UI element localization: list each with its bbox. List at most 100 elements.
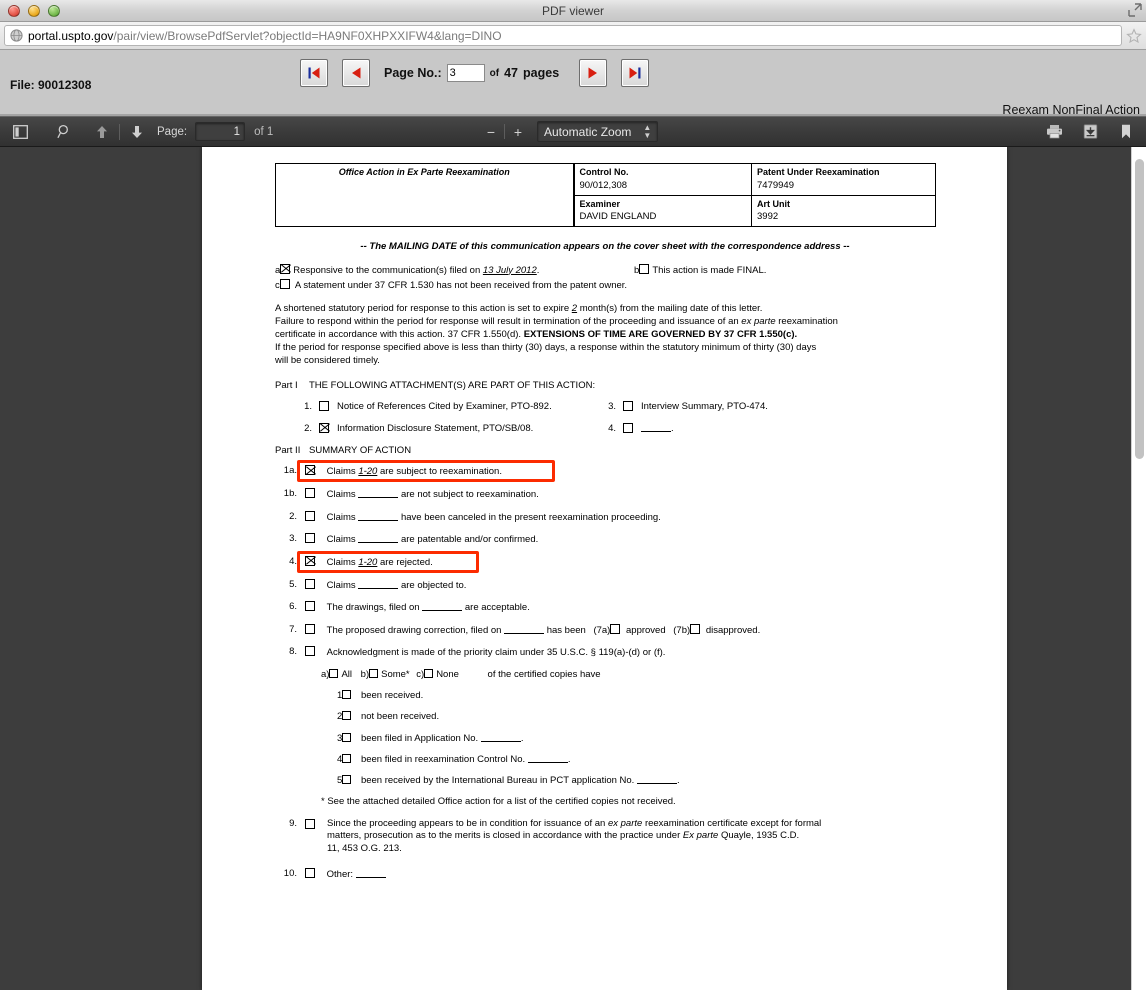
control-no-value: 90/012,308 xyxy=(579,179,628,191)
pdf-page-input[interactable] xyxy=(195,122,246,141)
table-row: Office Action in Ex Parte Reexamination … xyxy=(275,162,936,228)
para-line-3a: certificate in accordance with this acti… xyxy=(275,329,522,341)
list-item: 8. Acknowledgment is made of the priorit… xyxy=(275,646,935,659)
checkbox-claims-canceled[interactable] xyxy=(305,510,315,521)
checkbox-filed-application[interactable] xyxy=(342,732,352,742)
checkbox-statement-1530[interactable] xyxy=(279,278,290,289)
attachment-2-text: Information Disclosure Statement, PTO/SB… xyxy=(337,422,534,434)
minimize-button[interactable] xyxy=(28,4,40,17)
first-page-button[interactable] xyxy=(300,59,328,87)
item8-tail: of the certified copies have xyxy=(487,669,601,681)
item8-sub-5-blank xyxy=(636,782,677,784)
zoom-out-button[interactable]: − xyxy=(482,124,500,140)
summary-2-blank xyxy=(358,519,399,521)
viewer-vertical-scrollbar[interactable] xyxy=(1131,147,1146,990)
part-2-tag: Part II xyxy=(275,445,301,457)
checkbox-final[interactable] xyxy=(639,263,650,274)
item8-sub-2-text: not been received. xyxy=(360,711,440,723)
window-title: PDF viewer xyxy=(541,3,604,18)
art-unit-label: Art Unit xyxy=(757,198,790,209)
summary-6-post: are acceptable. xyxy=(464,602,530,614)
line-b-text: This action is made FINAL. xyxy=(652,264,767,276)
checkbox-attachment-3[interactable] xyxy=(623,400,633,411)
checkbox-claims-patentable[interactable] xyxy=(305,533,315,544)
summary-1a-content: Claims 1-20 are subject to reexamination… xyxy=(305,465,502,478)
zoom-level-select[interactable]: Automatic Zoom ▲ ▼ xyxy=(537,121,659,142)
checkbox-drawings-acceptable[interactable] xyxy=(305,601,315,612)
part-2-title: SUMMARY OF ACTION xyxy=(309,445,412,457)
checkbox-claims-not-subject[interactable] xyxy=(305,487,315,498)
summary-1b-pre: Claims xyxy=(326,488,356,500)
part-1-title: THE FOLLOWING ATTACHMENT(S) ARE PART OF … xyxy=(309,379,596,391)
checkbox-attachment-4[interactable] xyxy=(623,422,633,433)
summary-5-content: Claims are objected to. xyxy=(305,578,466,592)
item9-line-1b: reexamination certificate except for for… xyxy=(644,818,822,830)
previous-page-button[interactable] xyxy=(342,59,370,87)
checkbox-quayle[interactable] xyxy=(305,819,315,830)
search-icon[interactable] xyxy=(52,121,76,143)
chevron-updown-icon: ▲ ▼ xyxy=(643,122,652,140)
download-icon[interactable] xyxy=(1078,121,1102,143)
of-label: of xyxy=(489,67,500,79)
checkbox-claims-rejected[interactable] xyxy=(305,555,315,566)
pdf-viewer-window: PDF viewer portal.uspto.gov/pair/view/Br… xyxy=(0,0,1146,997)
checkbox-copies-all[interactable] xyxy=(329,669,339,679)
bookmark-star-icon[interactable] xyxy=(1126,27,1142,44)
page-down-icon[interactable] xyxy=(125,121,149,143)
print-icon[interactable] xyxy=(1042,121,1066,143)
checkbox-line-a: a Responsive to the communication(s) file… xyxy=(275,263,935,277)
document-header-table: Office Action in Ex Parte Reexamination … xyxy=(275,162,936,228)
checkbox-attachment-2[interactable] xyxy=(319,422,329,433)
summary-2-post: have been canceled in the present reexam… xyxy=(400,511,661,523)
checkbox-drawing-approved[interactable] xyxy=(610,623,621,634)
item9-line-2: matters, prosecution as to the merits is… xyxy=(327,830,905,842)
summary-7-content: The proposed drawing correction, filed o… xyxy=(305,623,760,637)
zoom-button[interactable] xyxy=(48,4,60,17)
checkbox-drawing-correction[interactable] xyxy=(305,623,315,634)
checkbox-copies-some[interactable] xyxy=(369,669,379,679)
checkbox-responsive[interactable] xyxy=(280,263,291,274)
checkbox-filed-reexam-control[interactable] xyxy=(342,753,352,763)
address-field[interactable]: portal.uspto.gov/pair/view/BrowsePdfServ… xyxy=(4,25,1122,46)
window-titlebar: PDF viewer xyxy=(0,0,1146,22)
resize-corner-icon[interactable] xyxy=(1128,3,1142,17)
checkbox-copies-received[interactable] xyxy=(342,690,352,700)
summary-6-blank xyxy=(422,610,463,612)
checkbox-drawing-disapproved[interactable] xyxy=(690,623,701,634)
toolbar-divider xyxy=(119,123,120,140)
summary-5-label: 5. xyxy=(289,578,297,590)
sidebar-toggle-icon[interactable] xyxy=(8,121,32,143)
bookmark-icon[interactable] xyxy=(1114,121,1138,143)
checkbox-other[interactable] xyxy=(305,867,315,878)
item8-sub-5-tail: . xyxy=(676,774,680,786)
page-up-icon[interactable] xyxy=(90,121,114,143)
checkbox-claims-subject[interactable] xyxy=(305,465,315,476)
close-button[interactable] xyxy=(8,4,20,17)
zoom-in-button[interactable]: + xyxy=(509,124,527,140)
checkbox-claims-objected[interactable] xyxy=(305,578,315,589)
page-no-label: Page No.: xyxy=(384,66,442,80)
scrollbar-thumb[interactable] xyxy=(1135,159,1144,459)
summary-10-label: 10. xyxy=(283,867,297,879)
item9-line-2a: matters, prosecution as to the merits is… xyxy=(327,830,681,842)
checkbox-copies-not-received[interactable] xyxy=(342,711,352,721)
page-no-input[interactable] xyxy=(446,64,485,82)
last-page-button[interactable] xyxy=(621,59,650,87)
summary-5-blank xyxy=(358,587,399,589)
attachment-2-num: 2. xyxy=(304,422,312,434)
summary-6-label: 6. xyxy=(289,601,297,613)
checkbox-priority-claim[interactable] xyxy=(305,646,315,657)
checkbox-received-international-bureau[interactable] xyxy=(342,774,352,784)
next-page-button[interactable] xyxy=(579,59,608,87)
item8-sub-3-blank xyxy=(480,740,521,742)
pdf-page-of-label: of 1 xyxy=(254,125,274,138)
checkbox-copies-none[interactable] xyxy=(424,669,434,679)
control-no-cell: Control No. 90/012,308 xyxy=(573,163,752,196)
summary-6-pre: The drawings, filed on xyxy=(326,602,420,614)
item9-line-1: Since the proceeding appears to be in co… xyxy=(327,818,905,830)
checkbox-attachment-1[interactable] xyxy=(319,400,329,411)
line-c-text: A statement under 37 CFR 1.530 has not b… xyxy=(294,279,628,291)
pdf-viewer-area[interactable]: Office Action in Ex Parte Reexamination … xyxy=(0,147,1146,990)
zoom-divider xyxy=(504,124,505,139)
patent-value: 7479949 xyxy=(757,179,794,191)
